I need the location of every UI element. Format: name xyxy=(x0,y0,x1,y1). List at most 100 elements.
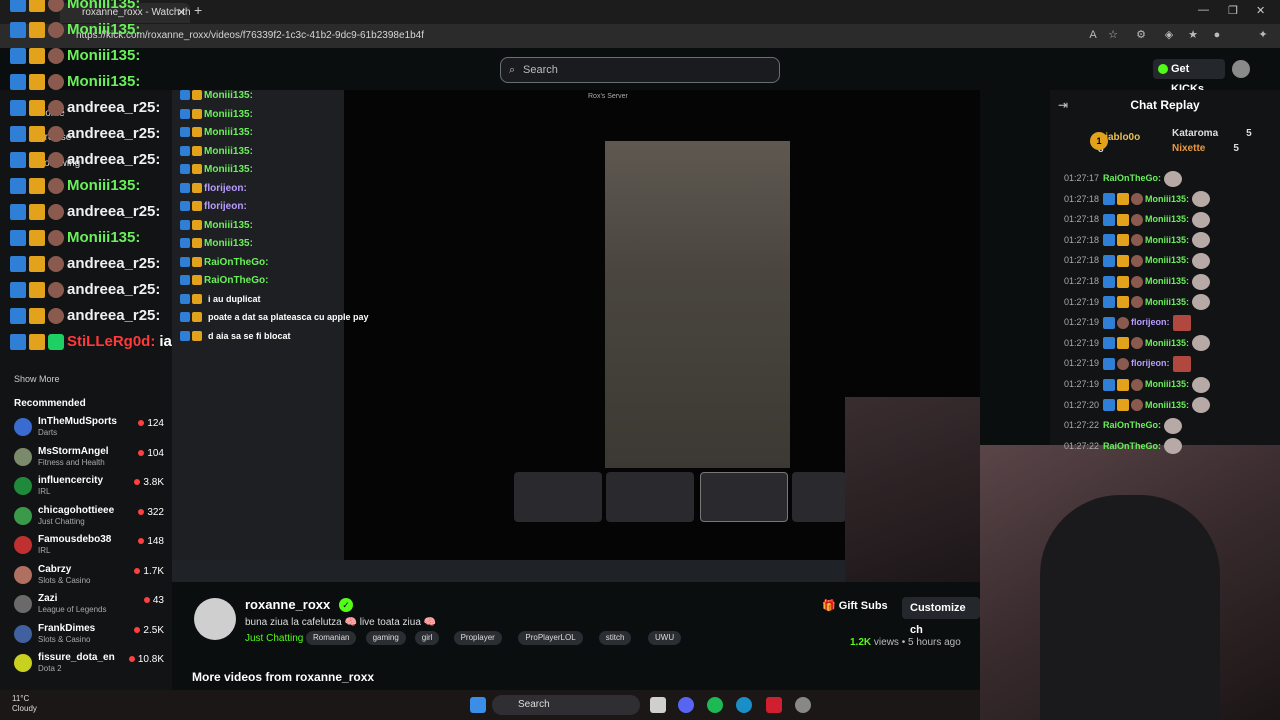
browser-tab-bar: roxanne_roxx - Watch the v ✕ + — ❐ ✕ xyxy=(0,0,1280,24)
tag-chip[interactable]: girl xyxy=(414,631,440,645)
minimize-icon[interactable]: — xyxy=(1198,4,1209,16)
read-aloud-icon[interactable]: A xyxy=(1086,28,1100,42)
edge-icon[interactable] xyxy=(736,697,752,713)
recommended-channel[interactable]: Famousdebo38 IRL 148 xyxy=(14,534,164,558)
chat-username[interactable]: RaiOnTheGo: xyxy=(1103,420,1161,430)
overlay-chat-row: andreea_r25: xyxy=(10,255,160,277)
channel-avatar[interactable] xyxy=(194,598,236,640)
recommended-channel[interactable]: InTheMudSports Darts 124 xyxy=(14,416,164,440)
spotify-icon[interactable] xyxy=(707,697,723,713)
search-input[interactable]: ⌕ Search xyxy=(500,57,780,83)
user-avatar[interactable] xyxy=(1232,60,1250,78)
video-overlay-row: florijeon: xyxy=(180,183,247,194)
chat-username[interactable]: RaiOnTheGo: xyxy=(1103,173,1161,183)
channel-avatar xyxy=(14,565,32,584)
weather-widget[interactable]: 11°C Cloudy xyxy=(12,694,37,714)
maximize-icon[interactable]: ❐ xyxy=(1228,4,1238,17)
get-kicks-button[interactable]: Get KICKs xyxy=(1153,59,1225,95)
chat-username[interactable]: Moniii135: xyxy=(1145,194,1189,204)
new-tab-icon[interactable]: + xyxy=(194,2,202,18)
show-more-link[interactable]: Show More xyxy=(14,374,60,384)
overlay-username: StiLLeRg0d: xyxy=(67,333,156,350)
verified-badge-icon xyxy=(10,282,26,299)
taskbar-search[interactable]: Search xyxy=(492,695,640,715)
recommended-channel[interactable]: MsStormAngel Fitness and Health 104 xyxy=(14,446,164,470)
verified-badge-icon xyxy=(180,108,190,119)
emote-icon xyxy=(1192,273,1211,290)
search-placeholder: Search xyxy=(523,64,558,76)
tag-chip[interactable]: gaming xyxy=(365,631,406,645)
video-stats: 1.2K views • 5 hours ago xyxy=(850,637,961,648)
extensions-icon[interactable]: ⚙ xyxy=(1134,28,1148,42)
overlay-chat-row: Moniii135: xyxy=(10,47,140,69)
recommended-channel[interactable]: fissure_dota_en Dota 2 10.8K xyxy=(14,652,164,676)
chat-message: 01:27:19 Moniii135: xyxy=(1064,294,1211,312)
stream-title: buna ziua la cafelutza 🧠 live toata ziua… xyxy=(245,617,437,628)
overlay-chat-row: StiLLeRg0d: ia xyxy=(10,333,172,355)
channel-name: Cabrzy xyxy=(38,563,72,575)
video-overlay-row: Moniii135: xyxy=(180,164,253,175)
chat-username[interactable]: Moniii135: xyxy=(1145,235,1189,245)
recommended-channel[interactable]: FrankDimes Slots & Casino 2.5K xyxy=(14,623,164,647)
tag-chip[interactable]: UWU xyxy=(648,631,682,645)
chat-username[interactable]: Moniii135: xyxy=(1145,297,1189,307)
profile-icon[interactable]: ● xyxy=(1210,28,1224,42)
verified-badge-icon xyxy=(10,178,26,195)
chat-username[interactable]: RaiOnTheGo: xyxy=(1103,441,1161,451)
overlay-username: andreea_r25: xyxy=(67,151,161,168)
chat-username[interactable]: florijeon: xyxy=(1131,317,1170,327)
url-field[interactable]: https://kick.com/roxanne_roxx/videos/f76… xyxy=(70,28,1100,44)
tag-chip[interactable]: Proplayer xyxy=(453,631,502,645)
verified-badge-icon xyxy=(10,308,26,325)
video-overlay-row: d aia sa se fi blocat xyxy=(180,331,291,342)
recommended-channel[interactable]: chicagohottieee Just Chatting 322 xyxy=(14,505,164,529)
chat-timestamp: 01:27:20 xyxy=(1064,399,1100,410)
shield-icon[interactable]: ◈ xyxy=(1162,28,1176,42)
viewer-count: 104 xyxy=(138,448,164,459)
channel-name: influencercity xyxy=(38,475,104,486)
chat-username[interactable]: Moniii135: xyxy=(1145,379,1189,389)
customize-button[interactable]: Customize ch xyxy=(902,597,980,636)
emote-icon xyxy=(1172,356,1191,373)
file-explorer-icon[interactable] xyxy=(650,697,666,713)
chat-username[interactable]: Moniii135: xyxy=(1145,276,1189,286)
phone-camera-feed xyxy=(605,141,790,468)
copilot-icon[interactable]: ✦ xyxy=(1256,28,1270,42)
favorites-icon[interactable]: ★ xyxy=(1186,28,1200,42)
app-icon[interactable] xyxy=(766,697,782,713)
close-tab-icon[interactable]: ✕ xyxy=(177,3,186,23)
channel-name[interactable]: roxanne_roxx xyxy=(245,597,330,612)
recommended-channel[interactable]: Cabrzy Slots & Casino 1.7K xyxy=(14,564,164,588)
viewer-count-text: 10.8K xyxy=(137,654,164,665)
chat-username[interactable]: Moniii135: xyxy=(1145,214,1189,224)
windows-start-icon[interactable] xyxy=(470,697,486,713)
tag-chip[interactable]: Romanian xyxy=(306,631,357,645)
chat-username[interactable]: Moniii135: xyxy=(1145,338,1189,348)
favorite-star-icon[interactable]: ☆ xyxy=(1106,28,1120,42)
verified-badge-icon xyxy=(1103,358,1116,371)
tag-chip[interactable]: ProPlayerLOL xyxy=(518,631,583,645)
user-emote-icon xyxy=(48,152,64,169)
kicks-coin-icon xyxy=(1158,64,1168,74)
taskbar-search-label: Search xyxy=(518,699,550,710)
category-link[interactable]: Just Chatting xyxy=(245,633,303,644)
discord-icon[interactable] xyxy=(678,697,694,713)
chat-username[interactable]: Moniii135: xyxy=(1145,400,1189,410)
recommended-channel[interactable]: influencercity IRL 3.8K xyxy=(14,475,164,499)
gift-subs-button[interactable]: 🎁 Gift Subs xyxy=(822,599,888,619)
views-label: views xyxy=(873,637,899,648)
channel-category: Darts xyxy=(38,428,58,437)
tag-chip[interactable]: stitch xyxy=(598,631,632,645)
crown-badge-icon xyxy=(192,164,202,175)
obs-icon[interactable] xyxy=(795,697,811,713)
user-emote-icon xyxy=(1131,255,1144,268)
close-window-icon[interactable]: ✕ xyxy=(1256,4,1265,17)
crown-badge-icon xyxy=(29,178,45,195)
chat-username[interactable]: florijeon: xyxy=(1131,358,1170,368)
chat-username[interactable]: Moniii135: xyxy=(1145,255,1189,265)
overlay-chat-row: Moniii135: xyxy=(10,73,140,95)
overlay-username: RaiOnTheGo: xyxy=(204,275,269,286)
video-player[interactable]: Rox's Server Moniii135: Moniii135: Moniii1… xyxy=(172,90,980,582)
chat-message: 01:27:18 Moniii135: xyxy=(1064,252,1211,270)
recommended-channel[interactable]: Zazi League of Legends 43 xyxy=(14,593,164,617)
